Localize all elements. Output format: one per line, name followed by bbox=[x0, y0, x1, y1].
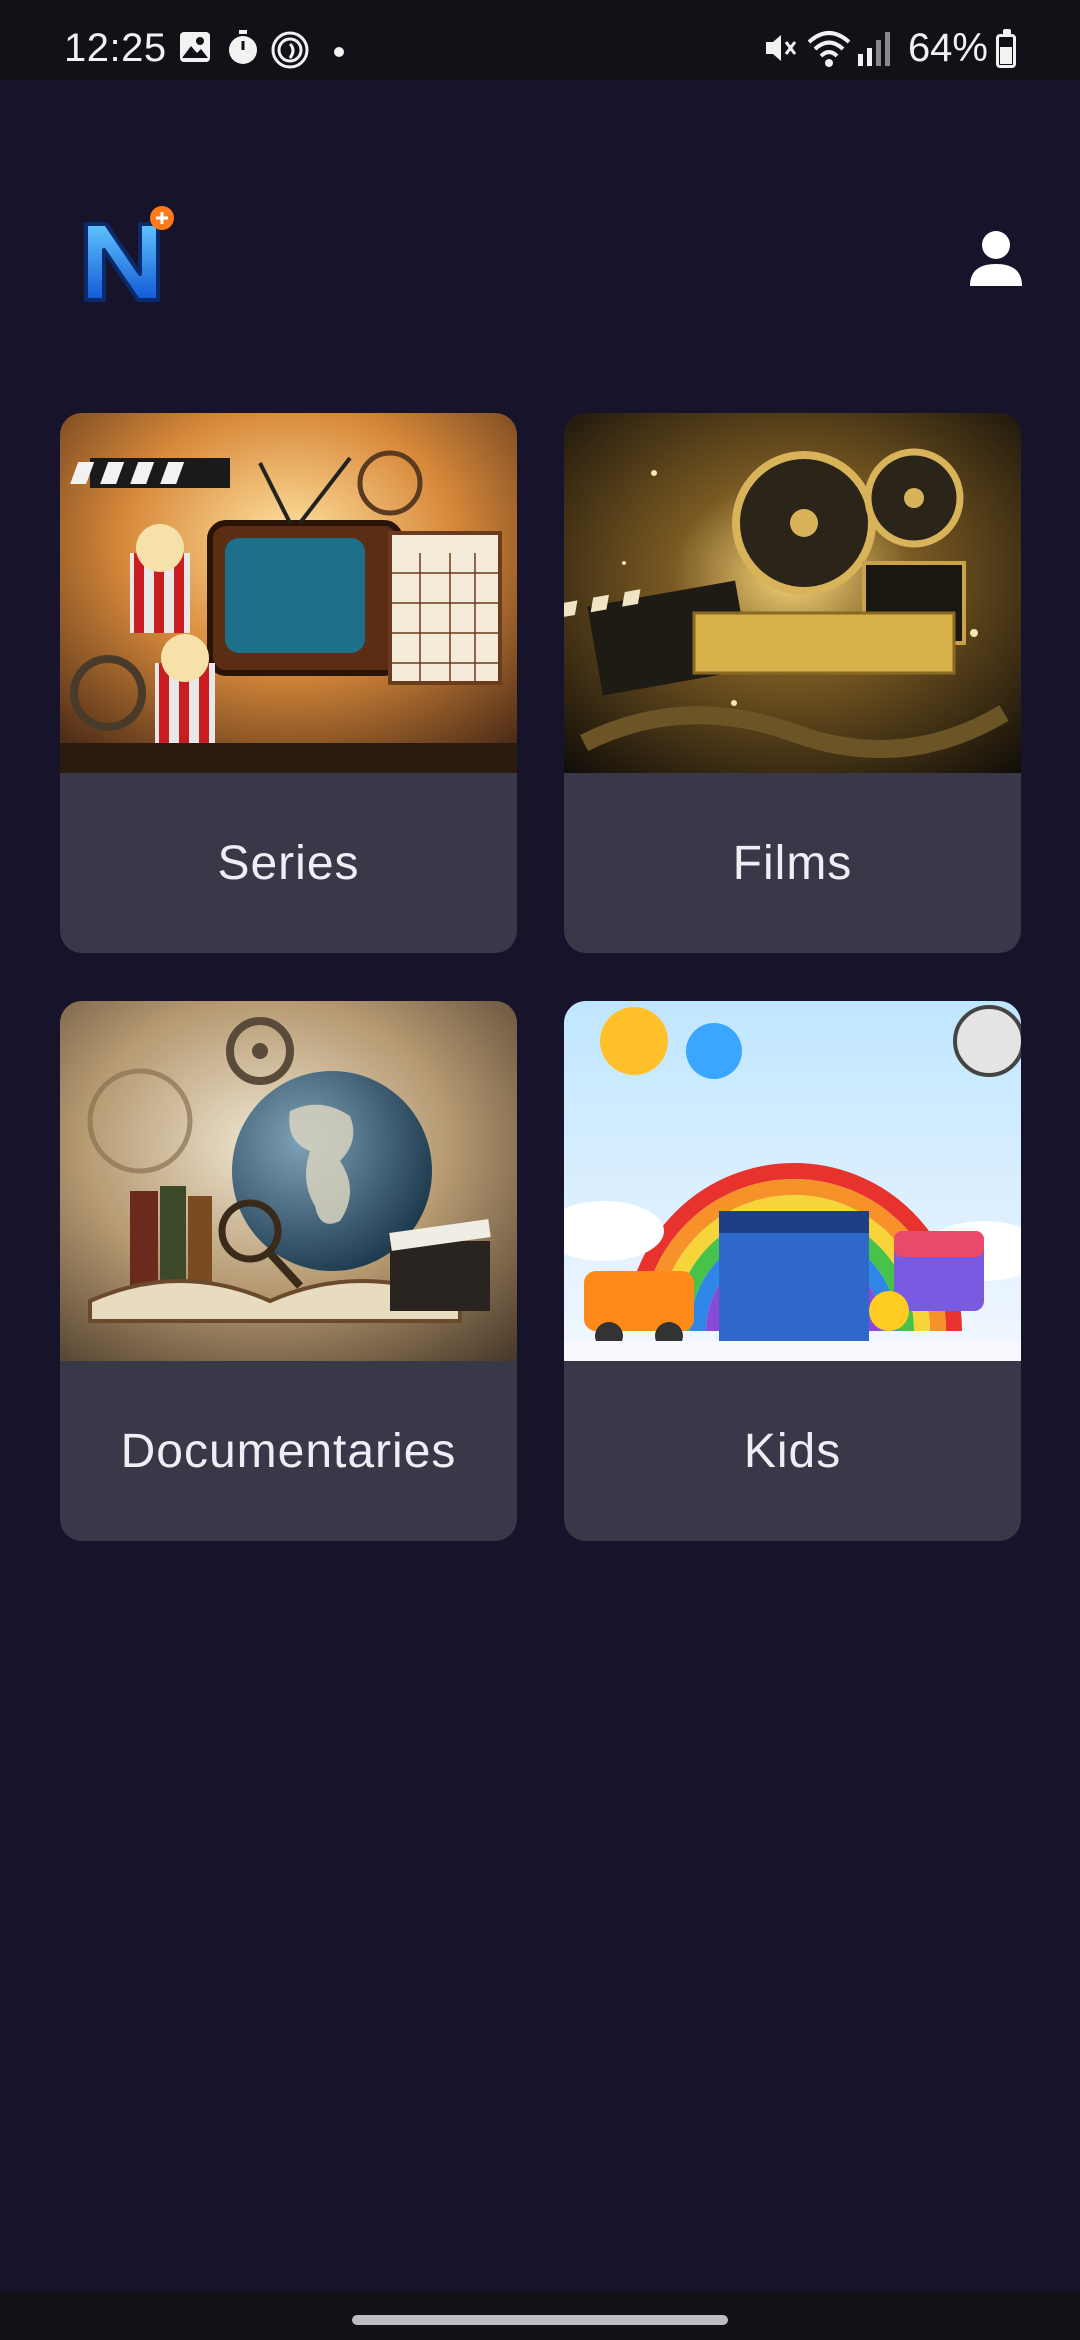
fingerprint-icon bbox=[271, 31, 309, 69]
battery-percent: 64% bbox=[907, 26, 988, 70]
wifi-icon bbox=[807, 31, 851, 67]
films-thumbnail-image bbox=[564, 413, 1021, 773]
category-label-kids: Kids bbox=[743, 1424, 842, 1478]
mute-icon bbox=[766, 35, 797, 61]
battery-icon bbox=[996, 29, 1016, 68]
category-card-series[interactable]: Series bbox=[60, 413, 517, 953]
status-bar: 12:25 64% bbox=[0, 0, 1080, 80]
category-card-films[interactable]: Films bbox=[564, 413, 1021, 953]
series-thumbnail-image bbox=[60, 413, 517, 773]
dot-icon bbox=[334, 47, 344, 57]
category-card-documentaries[interactable]: Documentaries bbox=[60, 1001, 517, 1541]
category-label-films: Films bbox=[732, 836, 853, 890]
category-label-documentaries: Documentaries bbox=[120, 1424, 457, 1478]
user-profile-icon[interactable] bbox=[966, 228, 1026, 288]
kids-thumbnail-image bbox=[564, 1001, 1021, 1361]
signal-icon bbox=[858, 32, 890, 66]
image-icon bbox=[180, 32, 210, 62]
timer-icon bbox=[229, 30, 257, 64]
category-card-kids[interactable]: Kids bbox=[564, 1001, 1021, 1541]
home-gesture-handle[interactable] bbox=[352, 2315, 728, 2325]
n-plus-logo-icon[interactable] bbox=[78, 204, 188, 314]
clock-time: 12:25 bbox=[64, 26, 167, 70]
category-label-series: Series bbox=[217, 836, 360, 890]
documentaries-thumbnail-image bbox=[60, 1001, 517, 1361]
